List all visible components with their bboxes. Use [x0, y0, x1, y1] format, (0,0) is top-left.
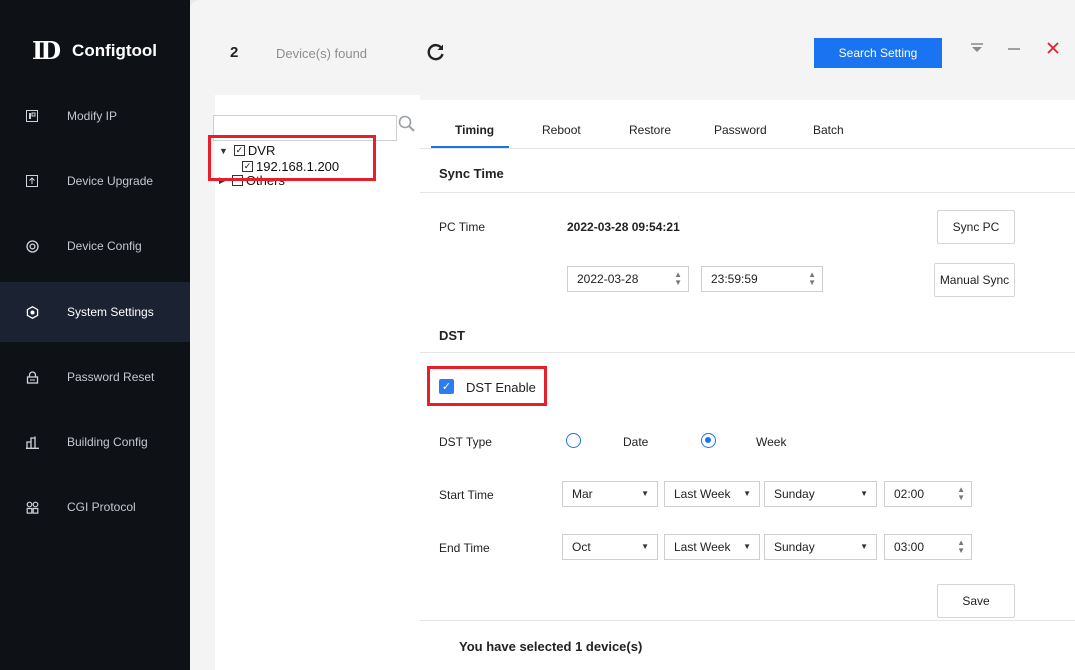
sidebar-item-label: Modify IP [67, 109, 118, 123]
end-month-select[interactable]: Oct ▼ [562, 534, 658, 560]
tab-batch[interactable]: Batch [813, 123, 844, 137]
settings-icon [25, 305, 39, 319]
tab-reboot[interactable]: Reboot [542, 123, 581, 137]
tab-password[interactable]: Password [714, 123, 767, 137]
end-time-label: End Time [439, 541, 490, 555]
date-input[interactable]: 2022-03-28 ▲ ▼ [567, 266, 689, 292]
end-time-input[interactable]: 03:00 ▲ ▼ [884, 534, 972, 560]
start-week-select[interactable]: Last Week ▼ [664, 481, 760, 507]
minimize-icon[interactable] [1007, 41, 1021, 60]
close-icon[interactable] [1045, 40, 1061, 61]
radio-week-label: Week [756, 435, 787, 449]
device-count: 2 [230, 44, 239, 61]
radio-week[interactable] [701, 433, 716, 448]
sidebar: ID Configtool Modify IP Device Upgrade D… [0, 0, 190, 670]
select-value: Sunday [774, 540, 815, 554]
start-time-label: Start Time [439, 488, 494, 502]
dst-title: DST [439, 328, 465, 343]
manual-sync-button[interactable]: Manual Sync [934, 263, 1015, 297]
sidebar-item-device-config[interactable]: Device Config [0, 216, 190, 276]
footer-divider [420, 620, 1075, 621]
sidebar-item-password-reset[interactable]: Password Reset [0, 347, 190, 407]
config-icon [25, 239, 39, 253]
pc-time-value: 2022-03-28 09:54:21 [567, 220, 680, 234]
cgi-icon [25, 500, 39, 514]
start-day-select[interactable]: Sunday ▼ [764, 481, 877, 507]
sidebar-item-device-upgrade[interactable]: Device Upgrade [0, 151, 190, 211]
refresh-icon[interactable] [426, 42, 446, 62]
sidebar-item-label: Device Upgrade [67, 174, 154, 188]
lock-icon [25, 370, 39, 384]
start-month-select[interactable]: Mar ▼ [562, 481, 658, 507]
select-value: Last Week [674, 487, 731, 501]
spinner-icon[interactable]: ▲ ▼ [957, 539, 965, 555]
select-value: Mar [572, 487, 593, 501]
dropdown-arrow-icon: ▼ [860, 489, 868, 498]
spinner-icon[interactable]: ▲ ▼ [808, 271, 816, 287]
end-week-select[interactable]: Last Week ▼ [664, 534, 760, 560]
time-value: 02:00 [894, 487, 925, 501]
sidebar-item-label: System Settings [67, 305, 154, 319]
select-value: Oct [572, 540, 591, 554]
sidebar-item-system-settings[interactable]: System Settings [0, 282, 190, 342]
sidebar-item-cgi-protocol[interactable]: CGI Protocol [0, 477, 190, 537]
select-value: Sunday [774, 487, 815, 501]
tab-restore[interactable]: Restore [629, 123, 671, 137]
devices-found-label: Device(s) found [276, 46, 368, 61]
dropdown-arrow-icon: ▼ [743, 542, 751, 551]
sync-time-title: Sync Time [439, 166, 504, 181]
building-icon [25, 435, 39, 449]
selection-status: You have selected 1 device(s) [459, 639, 643, 654]
dropdown-arrow-icon: ▼ [641, 542, 649, 551]
sidebar-item-modify-ip[interactable]: Modify IP [0, 86, 190, 146]
date-value: 2022-03-28 [577, 272, 639, 286]
dropdown-arrow-icon: ▼ [860, 542, 868, 551]
tab-timing[interactable]: Timing [455, 123, 494, 137]
ip-icon [25, 109, 39, 123]
dst-type-label: DST Type [439, 435, 492, 449]
top-bar: 2 Device(s) found Search Setting [190, 0, 1075, 95]
sidebar-item-building-config[interactable]: Building Config [0, 412, 190, 472]
highlight-box-dst [427, 366, 547, 406]
sidebar-item-label: Building Config [67, 435, 148, 449]
highlight-box-tree [208, 135, 376, 181]
spinner-icon[interactable]: ▲ ▼ [674, 271, 682, 287]
select-value: Last Week [674, 540, 731, 554]
sidebar-item-label: Device Config [67, 239, 142, 253]
search-setting-button[interactable]: Search Setting [814, 38, 942, 68]
section-divider [420, 352, 1075, 353]
time-value: 03:00 [894, 540, 925, 554]
spinner-icon[interactable]: ▲ ▼ [957, 486, 965, 502]
dropdown-arrow-icon: ▼ [743, 489, 751, 498]
end-day-select[interactable]: Sunday ▼ [764, 534, 877, 560]
section-divider [420, 192, 1075, 193]
save-button[interactable]: Save [937, 584, 1015, 618]
sidebar-item-label: Password Reset [67, 370, 155, 384]
start-time-input[interactable]: 02:00 ▲ ▼ [884, 481, 972, 507]
radio-date[interactable] [566, 433, 581, 448]
app-logo: ID Configtool [32, 36, 157, 65]
radio-date-label: Date [623, 435, 649, 449]
tab-divider [420, 148, 1075, 149]
dropdown-arrow-icon: ▼ [641, 489, 649, 498]
upgrade-icon [25, 174, 39, 188]
menu-dropdown-icon[interactable] [970, 41, 984, 60]
app-title: Configtool [72, 40, 158, 60]
pc-time-label: PC Time [439, 220, 486, 234]
sidebar-item-label: CGI Protocol [67, 500, 136, 514]
time-input[interactable]: 23:59:59 ▲ ▼ [701, 266, 823, 292]
search-icon[interactable] [397, 114, 419, 136]
time-value: 23:59:59 [711, 272, 758, 286]
sync-pc-button[interactable]: Sync PC [937, 210, 1015, 244]
logo-mark: ID [32, 36, 61, 65]
